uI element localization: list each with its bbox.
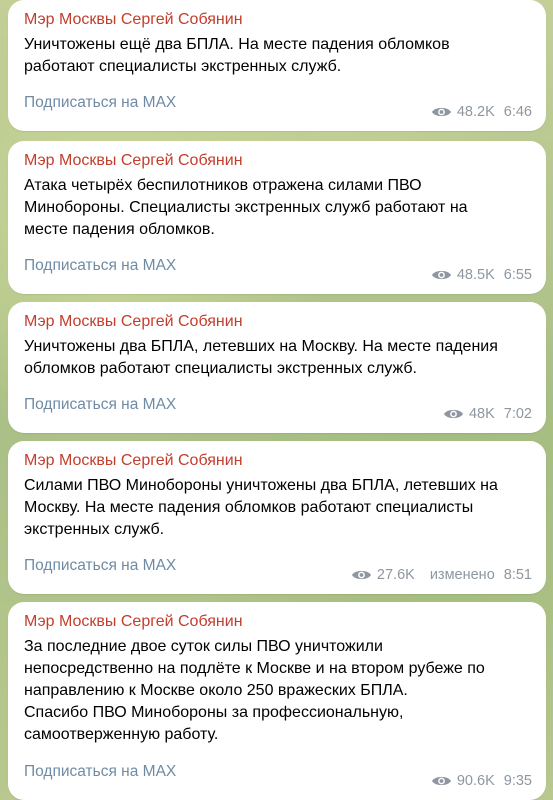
message-time: 6:55 <box>503 267 532 283</box>
sender-name[interactable]: Мэр Москвы Сергей Собянин <box>24 312 532 332</box>
eye-icon <box>443 409 463 419</box>
message-meta: 27.6K изменено 8:51 <box>351 566 532 584</box>
edited-label: изменено <box>429 567 495 583</box>
message-footer: Подписаться на MAX 27.6K изменено 8:51 <box>24 557 532 586</box>
view-count: 48.5K <box>456 267 495 283</box>
message-bubble[interactable]: Мэр Москвы Сергей Собянин Силами ПВО Мин… <box>8 441 546 594</box>
message-meta: 48.2K 6:46 <box>431 103 532 121</box>
message-bubble[interactable]: Мэр Москвы Сергей Собянин Уничтожены два… <box>8 302 546 433</box>
eye-icon <box>431 107 451 117</box>
message-footer: Подписаться на MAX 48.5K 6:55 <box>24 257 532 286</box>
message-text: Силами ПВО Минобороны уничтожены два БПЛ… <box>24 477 498 538</box>
message-time: 6:46 <box>503 104 532 120</box>
message-meta: 48.5K 6:55 <box>431 266 532 284</box>
message-text: За последние двое суток силы ПВО уничтож… <box>24 638 485 743</box>
view-count: 48.2K <box>456 104 495 120</box>
sender-name[interactable]: Мэр Москвы Сергей Собянин <box>24 612 532 632</box>
subscribe-link[interactable]: Подписаться на MAX <box>24 256 176 276</box>
view-count: 48K <box>468 406 495 422</box>
subscribe-link[interactable]: Подписаться на MAX <box>24 556 176 576</box>
subscribe-link[interactable]: Подписаться на MAX <box>24 93 176 113</box>
message-meta: 90.6K 9:35 <box>431 772 532 790</box>
sender-name[interactable]: Мэр Москвы Сергей Собянин <box>24 10 532 30</box>
view-count: 27.6K <box>376 567 415 583</box>
message-time: 7:02 <box>503 406 532 422</box>
message-footer: Подписаться на MAX 48K 7:02 <box>24 396 532 425</box>
sender-name[interactable]: Мэр Москвы Сергей Собянин <box>24 451 532 471</box>
message-text: Уничтожены ещё два БПЛА. На месте падени… <box>24 36 450 75</box>
eye-icon <box>351 570 371 580</box>
message-bubble[interactable]: Мэр Москвы Сергей Собянин Уничтожены ещё… <box>8 0 546 131</box>
message-time: 9:35 <box>503 773 532 789</box>
message-feed[interactable]: Мэр Москвы Сергей Собянин Уничтожены ещё… <box>0 0 553 800</box>
message-time: 8:51 <box>503 567 532 583</box>
message-bubble[interactable]: Мэр Москвы Сергей Собянин Атака четырёх … <box>8 141 546 294</box>
message-footer: Подписаться на MAX 48.2K 6:46 <box>24 94 532 123</box>
message-meta: 48K 7:02 <box>443 405 532 423</box>
message-text: Атака четырёх беспилотников отражена сил… <box>24 177 468 238</box>
message-text: Уничтожены два БПЛА, летевших на Москву.… <box>24 338 498 377</box>
subscribe-link[interactable]: Подписаться на MAX <box>24 762 176 782</box>
view-count: 90.6K <box>456 773 495 789</box>
sender-name[interactable]: Мэр Москвы Сергей Собянин <box>24 151 532 171</box>
message-footer: Подписаться на MAX 90.6K 9:35 <box>24 763 532 792</box>
eye-icon <box>431 776 451 786</box>
message-bubble[interactable]: Мэр Москвы Сергей Собянин За последние д… <box>8 602 546 800</box>
subscribe-link[interactable]: Подписаться на MAX <box>24 395 176 415</box>
eye-icon <box>431 270 451 280</box>
